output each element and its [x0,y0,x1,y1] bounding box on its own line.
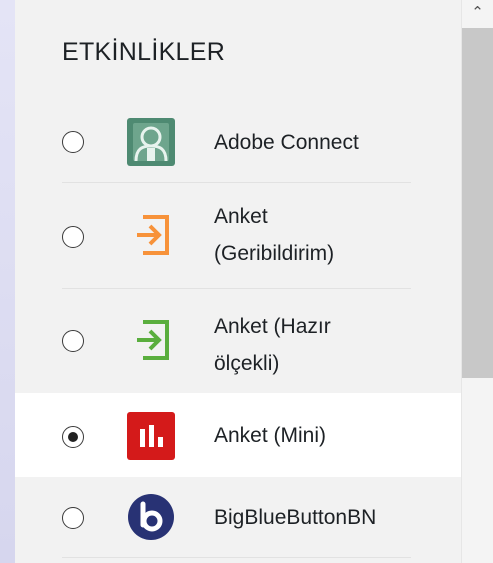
activity-label: Adobe Connect [214,131,359,154]
activity-item-survey[interactable]: Anket (Hazır ölçekli) [15,289,461,393]
activity-label-line1: Anket (Hazır [214,315,331,338]
section-title: ETKİNLİKLER [62,38,226,66]
activity-label-line2: (Geribildirim) [214,242,335,265]
poll-chart-icon [127,412,175,460]
divider [62,557,411,558]
activity-radio[interactable] [62,131,84,153]
adobe-connect-icon [127,118,175,166]
activity-item-adobe-connect[interactable]: Adobe Connect [15,102,461,182]
activity-chooser-panel: ETKİNLİKLER Adobe Connect Anket (Geribil… [15,0,461,563]
scrollbar-thumb[interactable] [462,28,493,378]
survey-icon [127,316,175,364]
activity-radio-selected[interactable] [62,426,84,448]
window-background: ETKİNLİKLER Adobe Connect Anket (Geribil… [0,0,493,563]
vertical-scrollbar[interactable]: ⌃ [461,0,493,563]
activity-label-line1: Anket [214,205,268,228]
activity-radio[interactable] [62,226,84,248]
feedback-icon [127,211,175,259]
activity-radio[interactable] [62,330,84,352]
activity-item-poll[interactable]: Anket (Mini) [15,393,461,477]
activity-item-feedback[interactable]: Anket (Geribildirim) [15,183,461,287]
activity-label-line2: ölçekli) [214,352,280,375]
activity-item-bigbluebutton[interactable]: BigBlueButtonBN [15,477,461,557]
activity-label: Anket (Mini) [214,424,327,447]
bigbluebutton-icon [127,493,175,541]
chevron-up-icon[interactable]: ⌃ [462,0,493,24]
activity-radio[interactable] [62,507,84,529]
activity-label: BigBlueButtonBN [214,506,377,529]
